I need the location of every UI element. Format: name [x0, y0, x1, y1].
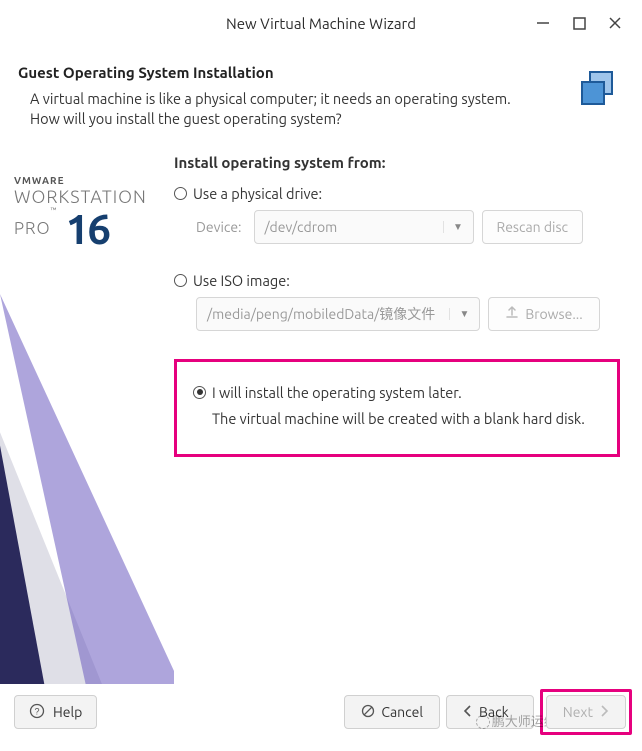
back-button[interactable]: Back 鹏大师运维	[446, 695, 534, 729]
chevron-left-icon	[463, 704, 473, 720]
iso-path-value: /media/peng/mobiledData/镜像文件	[197, 304, 449, 324]
chevron-right-icon	[599, 704, 609, 720]
header-icon	[576, 68, 620, 112]
titlebar: New Virtual Machine Wizard	[0, 0, 642, 46]
wizard-body: VMWARE WORKSTATION PRO™ 16 Install opera…	[0, 140, 642, 684]
rescan-button[interactable]: Rescan disc	[482, 210, 584, 244]
content-area: Install operating system from: Use a phy…	[174, 154, 642, 684]
option-iso: Use ISO image: /media/peng/mobiledData/镜…	[174, 272, 622, 331]
question-icon: ?	[29, 703, 45, 722]
brand-version: 16	[66, 207, 109, 251]
cancel-button[interactable]: Cancel	[344, 695, 440, 729]
chevron-down-icon: ▼	[443, 221, 473, 233]
svg-text:?: ?	[34, 706, 39, 716]
brand-vmware: VMWARE	[14, 176, 147, 187]
device-select[interactable]: /dev/cdrom ▼	[254, 210, 474, 244]
brand-pro: PRO	[14, 220, 51, 238]
next-button[interactable]: Next	[546, 695, 626, 729]
option-physical: Use a physical drive: Device: /dev/cdrom…	[174, 185, 622, 244]
window-controls	[534, 0, 642, 32]
help-button[interactable]: ? Help	[14, 695, 97, 729]
page-title: Guest Operating System Installation	[18, 64, 618, 81]
window-title: New Virtual Machine Wizard	[226, 15, 416, 32]
option-later-highlight: I will install the operating system late…	[174, 359, 620, 458]
maximize-button[interactable]	[570, 14, 588, 32]
option-iso-row[interactable]: Use ISO image:	[174, 272, 622, 289]
radio-iso[interactable]	[174, 274, 187, 287]
next-highlight: Next	[540, 689, 632, 735]
sidebar-decor	[0, 284, 174, 684]
iso-path-select[interactable]: /media/peng/mobiledData/镜像文件 ▼	[196, 297, 480, 331]
radio-physical[interactable]	[174, 187, 187, 200]
sidebar: VMWARE WORKSTATION PRO™ 16	[0, 154, 174, 684]
section-title: Install operating system from:	[174, 154, 622, 171]
wizard-header: Guest Operating System Installation A vi…	[0, 46, 642, 140]
option-later-label: I will install the operating system late…	[212, 384, 462, 401]
brand-logo: VMWARE WORKSTATION PRO™ 16	[14, 176, 147, 251]
option-physical-row[interactable]: Use a physical drive:	[174, 185, 622, 202]
close-button[interactable]	[606, 14, 624, 32]
option-physical-label: Use a physical drive:	[193, 185, 322, 202]
chevron-down-icon: ▼	[449, 308, 479, 320]
option-iso-label: Use ISO image:	[193, 272, 290, 289]
brand-tm: ™	[51, 206, 57, 215]
device-value: /dev/cdrom	[255, 219, 443, 235]
radio-later[interactable]	[193, 386, 206, 399]
upload-icon	[505, 305, 519, 322]
footer: ? Help Cancel Back 鹏大师运维 Next	[14, 689, 632, 735]
cancel-icon	[361, 704, 375, 721]
device-label: Device:	[196, 219, 242, 235]
option-later-sub: The virtual machine will be created with…	[212, 409, 611, 429]
page-description: A virtual machine is like a physical com…	[30, 89, 540, 130]
option-later-row[interactable]: I will install the operating system late…	[193, 384, 611, 401]
minimize-button[interactable]	[534, 14, 552, 32]
browse-button[interactable]: Browse...	[488, 297, 600, 331]
